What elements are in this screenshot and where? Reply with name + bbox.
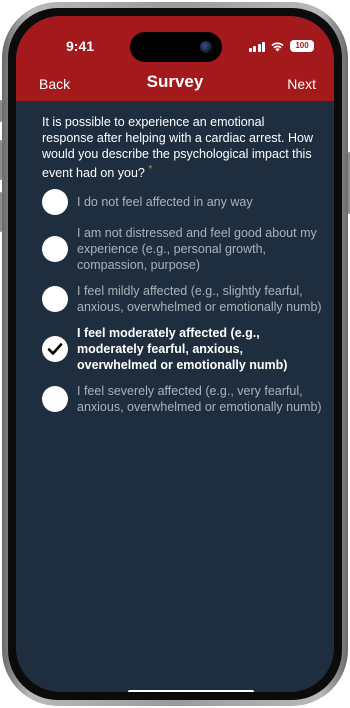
wifi-icon bbox=[270, 41, 285, 52]
option-label: I am not distressed and feel good about … bbox=[77, 226, 317, 272]
volume-down-button bbox=[0, 192, 2, 232]
radio-button[interactable] bbox=[42, 336, 68, 362]
option-label: I feel severely affected (e.g., very fea… bbox=[77, 384, 322, 414]
required-marker: * bbox=[148, 164, 153, 175]
question-text: It is possible to experience an emotiona… bbox=[42, 114, 318, 181]
question-label: It is possible to experience an emotiona… bbox=[42, 115, 313, 181]
home-indicator[interactable] bbox=[128, 690, 254, 692]
check-icon bbox=[47, 343, 63, 355]
option-mildly-affected[interactable]: I feel mildly affected (e.g., slightly f… bbox=[42, 283, 326, 315]
option-label: I do not feel affected in any way bbox=[77, 195, 253, 209]
status-icons: 100 bbox=[248, 40, 314, 52]
radio-button[interactable] bbox=[42, 286, 68, 312]
phone-frame: 9:41 100 Back Survey Next It is possible… bbox=[0, 2, 350, 706]
radio-button[interactable] bbox=[42, 189, 68, 215]
signal-icon bbox=[248, 41, 265, 52]
option-not-affected[interactable]: I do not feel affected in any way bbox=[42, 189, 326, 215]
action-button bbox=[0, 100, 2, 122]
app-header: 9:41 100 Back Survey Next bbox=[16, 16, 334, 101]
next-button[interactable]: Next bbox=[287, 76, 316, 92]
battery-icon: 100 bbox=[290, 40, 314, 52]
radio-button[interactable] bbox=[42, 386, 68, 412]
option-label: I feel mildly affected (e.g., slightly f… bbox=[77, 284, 322, 314]
camera-icon bbox=[200, 41, 212, 53]
volume-up-button bbox=[0, 140, 2, 180]
option-not-distressed[interactable]: I am not distressed and feel good about … bbox=[42, 225, 326, 273]
dynamic-island bbox=[130, 32, 222, 62]
option-moderately-affected[interactable]: I feel moderately affected (e.g., modera… bbox=[42, 325, 326, 373]
status-time: 9:41 bbox=[66, 38, 95, 54]
radio-button[interactable] bbox=[42, 236, 68, 262]
option-label: I feel moderately affected (e.g., modera… bbox=[77, 326, 288, 372]
screen: 9:41 100 Back Survey Next It is possible… bbox=[16, 16, 334, 692]
option-severely-affected[interactable]: I feel severely affected (e.g., very fea… bbox=[42, 383, 326, 415]
bezel: 9:41 100 Back Survey Next It is possible… bbox=[8, 8, 342, 700]
answer-options: I do not feel affected in any way I am n… bbox=[42, 189, 326, 425]
